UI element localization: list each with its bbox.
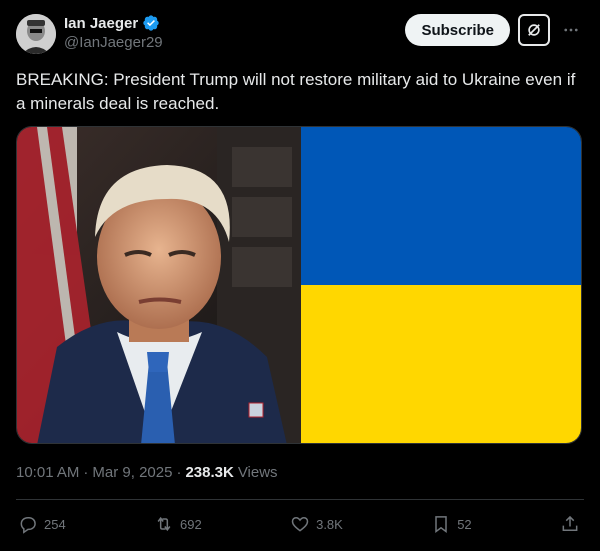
header-actions: Subscribe [405,14,584,46]
reply-icon [20,517,36,534]
post-date[interactable]: Mar 9, 2025 [92,464,172,481]
grok-icon[interactable] [518,14,550,46]
post-media[interactable] [16,126,582,444]
repost-button[interactable]: 692 [154,514,202,534]
reply-count: 254 [44,516,66,532]
author-info: Ian Jaeger @IanJaeger29 [64,14,163,52]
bookmark-icon [435,516,447,533]
post-header: Ian Jaeger @IanJaeger29 Subscribe [16,12,584,64]
flag-blue-band [301,127,581,285]
post-text: BREAKING: President Trump will not resto… [16,70,576,113]
meta-separator: · [83,464,89,481]
display-name-row: Ian Jaeger [64,14,163,32]
avatar[interactable] [16,14,56,54]
repost-count: 692 [180,516,202,532]
bookmark-button[interactable]: 52 [431,514,472,534]
like-button[interactable]: 3.8K [290,514,343,534]
views-count: 238.3K [185,464,234,481]
ukraine-flag-image[interactable] [301,127,581,443]
repost-icon [157,516,171,532]
avatar-image [16,14,56,54]
post-meta: 10:01 AM · Mar 9, 2025 · 238.3K Views [16,464,584,481]
display-name[interactable]: Ian Jaeger [64,15,138,32]
reply-button[interactable]: 254 [18,514,66,534]
bookmark-count: 52 [457,516,472,532]
portrait-illustration [17,127,301,443]
meta-separator: · [176,464,182,481]
heart-icon [291,516,309,532]
action-bar: 254 692 3.8K 52 [16,500,584,548]
handle[interactable]: @IanJaeger29 [64,34,163,51]
verified-badge-icon[interactable] [142,14,160,32]
post: Ian Jaeger @IanJaeger29 Subscribe BREAKI… [0,0,600,551]
post-time[interactable]: 10:01 AM [16,464,79,481]
portrait-image[interactable] [17,127,301,443]
like-count: 3.8K [316,516,343,532]
share-button[interactable] [560,514,580,534]
subscribe-button[interactable]: Subscribe [405,14,510,46]
flag-yellow-band [301,285,581,443]
views-label: Views [237,464,278,481]
share-icon [562,515,578,531]
more-horizontal-icon[interactable] [558,14,584,46]
